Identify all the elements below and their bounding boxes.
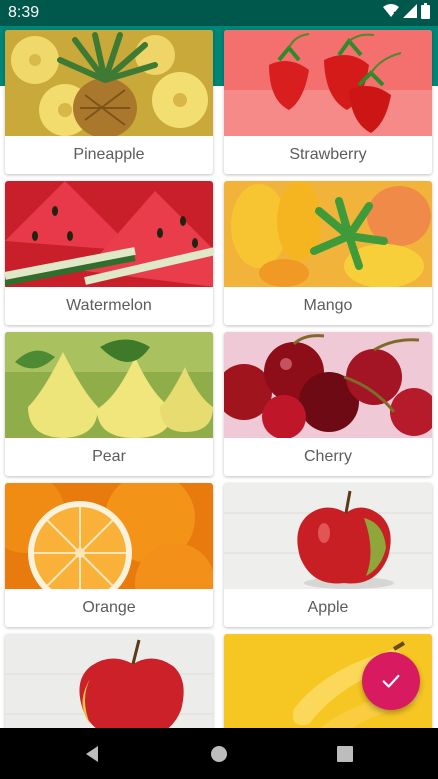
apple-image (5, 634, 213, 728)
cherry-image (224, 332, 432, 438)
back-icon (86, 746, 98, 762)
confirm-fab-button[interactable] (362, 652, 420, 710)
navigation-bar (0, 728, 438, 779)
fruit-card-strawberry[interactable]: Strawberry (224, 30, 432, 174)
check-icon (382, 674, 400, 688)
fruit-card-apple-2[interactable] (5, 634, 213, 728)
fruit-name: Mango (303, 297, 353, 314)
recents-icon (337, 746, 353, 762)
fruit-name: Cherry (303, 448, 352, 465)
fruit-name: Orange (82, 599, 136, 616)
orange-image (5, 483, 213, 589)
pear-image (5, 332, 213, 438)
home-icon (211, 746, 227, 762)
home-button[interactable] (207, 742, 231, 766)
fruit-card-pineapple[interactable]: Pineapple (5, 30, 213, 174)
signal-icon (403, 3, 417, 23)
fruit-card-pear[interactable]: Pear (5, 332, 213, 476)
battery-icon (421, 2, 430, 24)
fruit-name: Apple (307, 599, 349, 616)
back-button[interactable] (80, 742, 104, 766)
fruit-card-watermelon[interactable]: Watermelon (5, 181, 213, 325)
fruit-grid[interactable]: Pineapple Strawberry Watermelon Mango Pe… (0, 26, 438, 728)
recents-button[interactable] (333, 742, 357, 766)
fruit-name: Watermelon (66, 297, 152, 314)
watermelon-image (5, 181, 213, 287)
strawberry-image (224, 30, 432, 136)
status-time: 8:39 (8, 4, 40, 21)
apple-image (224, 483, 432, 589)
fruit-card-mango[interactable]: Mango (224, 181, 432, 325)
fruit-name: Pineapple (73, 146, 145, 163)
mango-image (224, 181, 432, 287)
fruit-card-apple[interactable]: Apple (224, 483, 432, 627)
fruit-card-cherry[interactable]: Cherry (224, 332, 432, 476)
fruit-name: Strawberry (289, 146, 367, 163)
status-bar: 8:39 (0, 0, 438, 26)
fruit-card-orange[interactable]: Orange (5, 483, 213, 627)
fruit-name: Pear (92, 448, 126, 465)
wifi-icon (383, 3, 399, 23)
pineapple-image (5, 30, 213, 136)
